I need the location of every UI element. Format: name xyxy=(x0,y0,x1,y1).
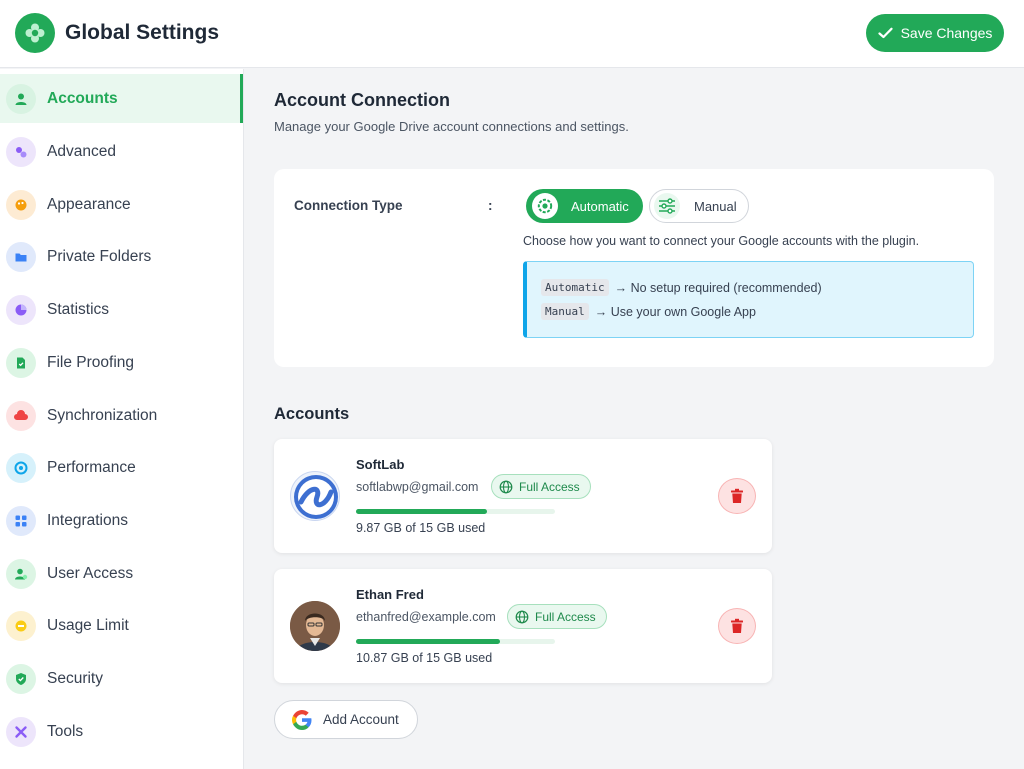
account-name: Ethan Fred xyxy=(356,587,424,602)
connection-separator: : xyxy=(488,198,493,213)
sidebar-item-label: User Access xyxy=(47,564,134,582)
delete-account-button[interactable] xyxy=(718,478,756,514)
connection-help-text: Choose how you want to connect your Goog… xyxy=(523,234,920,248)
sidebar-item-label: Appearance xyxy=(47,195,131,213)
grid-icon xyxy=(6,505,36,536)
sidebar-item-label: Synchronization xyxy=(47,406,158,424)
user-check-icon xyxy=(6,558,36,589)
access-badge: Full Access xyxy=(491,474,591,499)
sidebar-item-tools[interactable]: Tools xyxy=(0,707,243,756)
save-changes-button[interactable]: Save Changes xyxy=(866,14,1004,52)
trash-icon xyxy=(731,618,743,633)
storage-usage-text: 10.87 GB of 15 GB used xyxy=(356,651,493,665)
page-subtitle: Manage your Google Drive account connect… xyxy=(274,119,629,134)
access-badge: Full Access xyxy=(507,604,607,629)
folder-icon xyxy=(6,241,36,272)
check-icon xyxy=(877,27,893,39)
storage-usage-fill xyxy=(356,509,487,514)
storage-usage-bar xyxy=(356,509,555,514)
info-line-automatic: Automatic → No setup required (recommend… xyxy=(541,279,822,296)
palette-icon xyxy=(6,189,36,220)
sidebar-item-label: Integrations xyxy=(47,511,128,529)
sidebar-item-integrations[interactable]: Integrations xyxy=(0,496,243,545)
add-account-button[interactable]: Add Account xyxy=(274,700,418,739)
account-name: SoftLab xyxy=(356,457,405,472)
limit-icon xyxy=(6,610,36,641)
sidebar-item-label: File Proofing xyxy=(47,353,135,371)
sidebar-item-user-access[interactable]: User Access xyxy=(0,549,243,598)
sidebar-item-usage-limit[interactable]: Usage Limit xyxy=(0,601,243,650)
app-logo-icon xyxy=(15,13,55,53)
sidebar-item-appearance[interactable]: Appearance xyxy=(0,180,243,229)
manual-label: Manual xyxy=(694,198,737,214)
info-text: → No setup required (recommended) xyxy=(614,280,822,295)
pie-chart-icon xyxy=(6,294,36,325)
info-text: → Use your own Google App xyxy=(594,304,756,319)
sidebar-item-synchronization[interactable]: Synchronization xyxy=(0,391,243,440)
automatic-label: Automatic xyxy=(571,198,629,214)
access-label: Full Access xyxy=(519,479,580,494)
app-title: Global Settings xyxy=(65,21,220,44)
user-icon xyxy=(6,83,36,114)
account-card: Ethan Fred ethanfred@example.com Full Ac… xyxy=(274,569,772,683)
cloud-sync-icon xyxy=(6,400,36,431)
accounts-heading: Accounts xyxy=(274,405,350,423)
connection-type-label: Connection Type xyxy=(294,198,403,213)
sidebar-item-label: Advanced xyxy=(47,142,116,160)
sidebar-item-label: Usage Limit xyxy=(47,616,129,634)
account-avatar xyxy=(290,601,340,651)
globe-icon xyxy=(499,480,513,493)
shield-icon xyxy=(6,663,36,694)
google-icon xyxy=(290,708,314,732)
add-account-label: Add Account xyxy=(323,712,399,727)
sidebar-item-label: Statistics xyxy=(47,300,110,318)
sidebar-item-security[interactable]: Security xyxy=(0,654,243,703)
sidebar-item-accounts[interactable]: Accounts xyxy=(0,74,243,123)
sidebar-item-statistics[interactable]: Statistics xyxy=(0,285,243,334)
sidebar-item-advanced[interactable]: Advanced xyxy=(0,127,243,176)
header: Global Settings Save Changes xyxy=(0,0,1024,68)
sidebar-item-private-folders[interactable]: Private Folders xyxy=(0,232,243,281)
storage-usage-text: 9.87 GB of 15 GB used xyxy=(356,521,486,535)
storage-usage-bar xyxy=(356,639,555,644)
globe-icon xyxy=(515,610,529,623)
sidebar-item-label: Private Folders xyxy=(47,247,152,265)
sidebar: Accounts Advanced Appearance Private Fol… xyxy=(0,69,244,769)
gear-icon xyxy=(532,193,558,219)
connection-card: Connection Type : Automatic Manual Choos… xyxy=(274,169,994,367)
account-email: ethanfred@example.com xyxy=(356,610,496,624)
connection-info-box: Automatic → No setup required (recommend… xyxy=(523,261,974,338)
save-changes-label: Save Changes xyxy=(900,25,993,41)
main-content: Account Connection Manage your Google Dr… xyxy=(245,69,1024,769)
account-email: softlabwp@gmail.com xyxy=(356,480,479,494)
sidebar-item-label: Performance xyxy=(47,458,136,476)
file-check-icon xyxy=(6,347,36,378)
info-code: Automatic xyxy=(541,279,609,296)
info-code: Manual xyxy=(541,303,589,320)
sidebar-item-performance[interactable]: Performance xyxy=(0,443,243,492)
sidebar-item-file-proofing[interactable]: File Proofing xyxy=(0,338,243,387)
storage-usage-fill xyxy=(356,639,501,644)
gauge-icon xyxy=(6,452,36,483)
sliders-icon xyxy=(654,193,680,219)
account-avatar xyxy=(290,471,340,521)
account-card: SoftLab softlabwp@gmail.com Full Access … xyxy=(274,439,772,553)
connection-automatic-option[interactable]: Automatic xyxy=(526,189,643,223)
access-label: Full Access xyxy=(535,609,596,624)
sidebar-item-label: Security xyxy=(47,669,103,687)
delete-account-button[interactable] xyxy=(718,608,756,644)
sidebar-item-label: Tools xyxy=(47,722,84,740)
tools-icon xyxy=(6,716,36,747)
info-line-manual: Manual → Use your own Google App xyxy=(541,303,756,320)
page-title: Account Connection xyxy=(274,90,450,110)
sidebar-item-label: Accounts xyxy=(47,89,118,107)
connection-manual-option[interactable]: Manual xyxy=(649,189,749,223)
trash-icon xyxy=(731,488,743,503)
sliders-icon xyxy=(6,136,36,167)
